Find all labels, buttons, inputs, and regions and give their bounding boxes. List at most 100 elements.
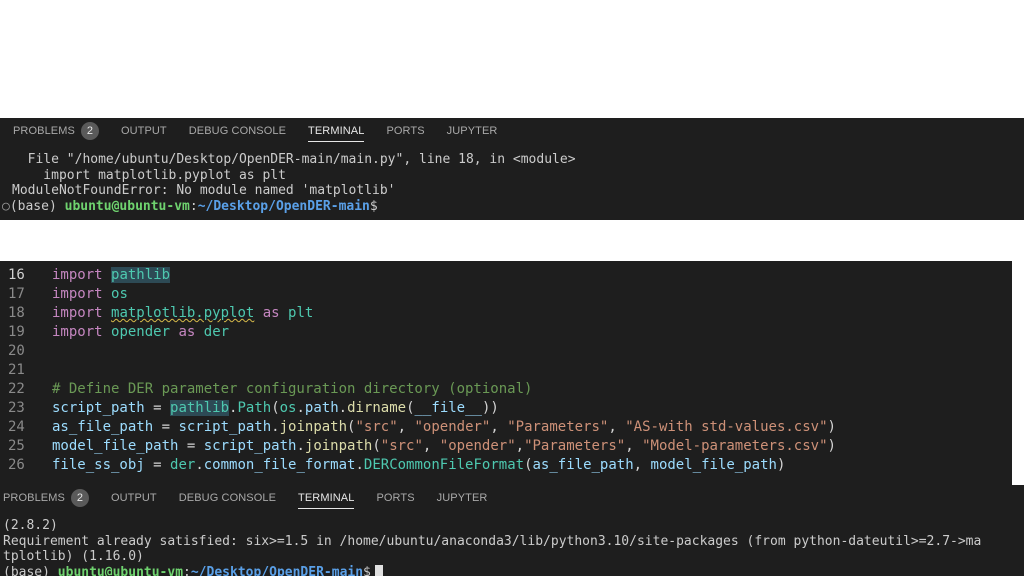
code-token: script_path — [203, 438, 297, 454]
code-token: pathlib — [111, 267, 171, 283]
tab-terminal[interactable]: TERMINAL — [308, 118, 365, 144]
line-number: 22 — [8, 381, 25, 397]
tab-label: PROBLEMS — [3, 492, 65, 504]
code-token: ( — [372, 438, 381, 454]
prompt-sep: : — [189, 198, 198, 214]
tab-label: TERMINAL — [308, 125, 365, 137]
code-token: ) — [827, 419, 836, 435]
line-number: 16 — [8, 267, 25, 283]
terminal-line: Requirement already satisfied: six>=1.5 … — [3, 533, 982, 549]
code-token: , — [625, 438, 643, 454]
tab-problems[interactable]: PROBLEMS 2 — [13, 118, 99, 144]
code-token: , — [608, 419, 626, 435]
code-line[interactable]: 21 — [0, 361, 1012, 380]
code-token: . — [338, 400, 348, 416]
code-token: , — [397, 419, 415, 435]
code-token: common_file_format — [203, 457, 356, 473]
code-line[interactable]: 16 import pathlib — [0, 266, 1012, 285]
code-token: plt — [288, 305, 314, 321]
tab-label: TERMINAL — [298, 492, 355, 504]
prompt-path: ~/Desktop/OpenDER-main — [190, 564, 364, 576]
code-token: , — [515, 438, 525, 454]
line-number: 23 — [8, 400, 25, 416]
problems-count-badge: 2 — [80, 122, 99, 140]
code-token: "Model-parameters.csv" — [642, 438, 828, 454]
code-token: "opender" — [414, 419, 491, 435]
code-token: ( — [271, 400, 280, 416]
terminal-panel-top: PROBLEMS 2 OUTPUT DEBUG CONSOLE TERMINAL… — [0, 118, 1024, 220]
prompt-user: ubuntu@ubuntu-vm — [64, 198, 190, 214]
line-number: 25 — [8, 438, 25, 454]
code-token: = — [144, 457, 171, 473]
code-token: model_file_path — [52, 438, 179, 454]
code-token: matplotlib.pyplot — [111, 305, 255, 321]
code-token: , — [633, 457, 651, 473]
tab-terminal[interactable]: TERMINAL — [298, 485, 355, 511]
tab-jupyter[interactable]: JUPYTER — [437, 485, 488, 511]
code-line[interactable]: 22 # Define DER parameter configuration d… — [0, 380, 1012, 399]
terminal-output-top[interactable]: File "/home/ubuntu/Desktop/OpenDER-main/… — [0, 144, 1024, 214]
code-token: "Parameters" — [507, 419, 609, 435]
code-token: as_file_path — [52, 419, 154, 435]
terminal-line: import matplotlib.pyplot as plt — [12, 167, 286, 183]
terminal-line: File "/home/ubuntu/Desktop/OpenDER-main/… — [12, 152, 576, 167]
tab-ports[interactable]: PORTS — [386, 118, 424, 144]
code-token: __file__ — [414, 400, 482, 416]
tab-ports[interactable]: PORTS — [376, 485, 414, 511]
code-text: model_file_path = script_path.joinpath("… — [52, 437, 836, 456]
code-token: . — [195, 457, 204, 473]
code-line[interactable]: 24 as_file_path = script_path.joinpath("s… — [0, 418, 1012, 437]
code-token: script_path — [52, 400, 145, 416]
tab-label: JUPYTER — [436, 492, 488, 504]
tab-label: PROBLEMS — [13, 125, 75, 137]
code-token: "AS-with std-values.csv" — [625, 419, 828, 435]
line-number: 19 — [8, 324, 25, 340]
code-line[interactable]: 19 import opender as der — [0, 323, 1012, 342]
code-token: # Define DER parameter configuration dir… — [52, 381, 533, 397]
code-token: . — [296, 438, 305, 454]
tab-label: OUTPUT — [110, 492, 157, 504]
code-line[interactable]: 20 — [0, 342, 1012, 361]
line-number: 18 — [8, 305, 25, 321]
code-text: file_ss_obj = der.common_file_format.DER… — [52, 456, 785, 475]
panel-tabs-bottom: PROBLEMS 2 OUTPUT DEBUG CONSOLE TERMINAL… — [0, 485, 1024, 511]
tab-label: DEBUG CONSOLE — [178, 492, 277, 504]
code-token: script_path — [178, 419, 272, 435]
tab-output[interactable]: OUTPUT — [111, 485, 157, 511]
prompt-user: ubuntu@ubuntu-vm — [57, 564, 184, 576]
code-token: , — [422, 438, 440, 454]
line-number: 20 — [8, 343, 25, 359]
tab-output[interactable]: OUTPUT — [121, 118, 167, 144]
code-token: "opender" — [439, 438, 516, 454]
code-token: model_file_path — [650, 457, 777, 473]
code-token: der — [170, 457, 196, 473]
code-token: as — [262, 305, 280, 321]
code-token: Path — [237, 400, 272, 416]
code-token: joinpath — [279, 419, 348, 435]
line-number: 24 — [8, 419, 25, 435]
code-token: ) — [776, 457, 786, 473]
prompt-sep: : — [183, 564, 191, 576]
code-token: import — [52, 267, 103, 283]
tab-debug-console[interactable]: DEBUG CONSOLE — [179, 485, 276, 511]
code-line[interactable]: 23 script_path = pathlib.Path(os.path.dir… — [0, 399, 1012, 418]
code-text: # Define DER parameter configuration dir… — [52, 380, 532, 399]
tab-debug-console[interactable]: DEBUG CONSOLE — [189, 118, 286, 144]
command-status-icon: ○ — [2, 198, 10, 214]
tab-jupyter[interactable]: JUPYTER — [447, 118, 498, 144]
code-token: , — [490, 419, 508, 435]
code-lines: 16 import pathlib 17 import os 18 import matp… — [0, 266, 1012, 475]
code-line[interactable]: 25 model_file_path = script_path.joinpath… — [0, 437, 1012, 456]
terminal-output-bottom[interactable]: (2.8.2) Requirement already satisfied: s… — [0, 511, 1024, 576]
tab-problems[interactable]: PROBLEMS 2 — [3, 485, 89, 511]
code-line[interactable]: 26 file_ss_obj = der.common_file_format.D… — [0, 456, 1012, 475]
tab-label: PORTS — [386, 125, 425, 137]
code-line[interactable]: 17 import os — [0, 285, 1012, 304]
editor-area[interactable]: 16 import pathlib 17 import os 18 import matp… — [0, 261, 1012, 485]
code-line[interactable]: 18 import matplotlib.pyplot as plt — [0, 304, 1012, 323]
